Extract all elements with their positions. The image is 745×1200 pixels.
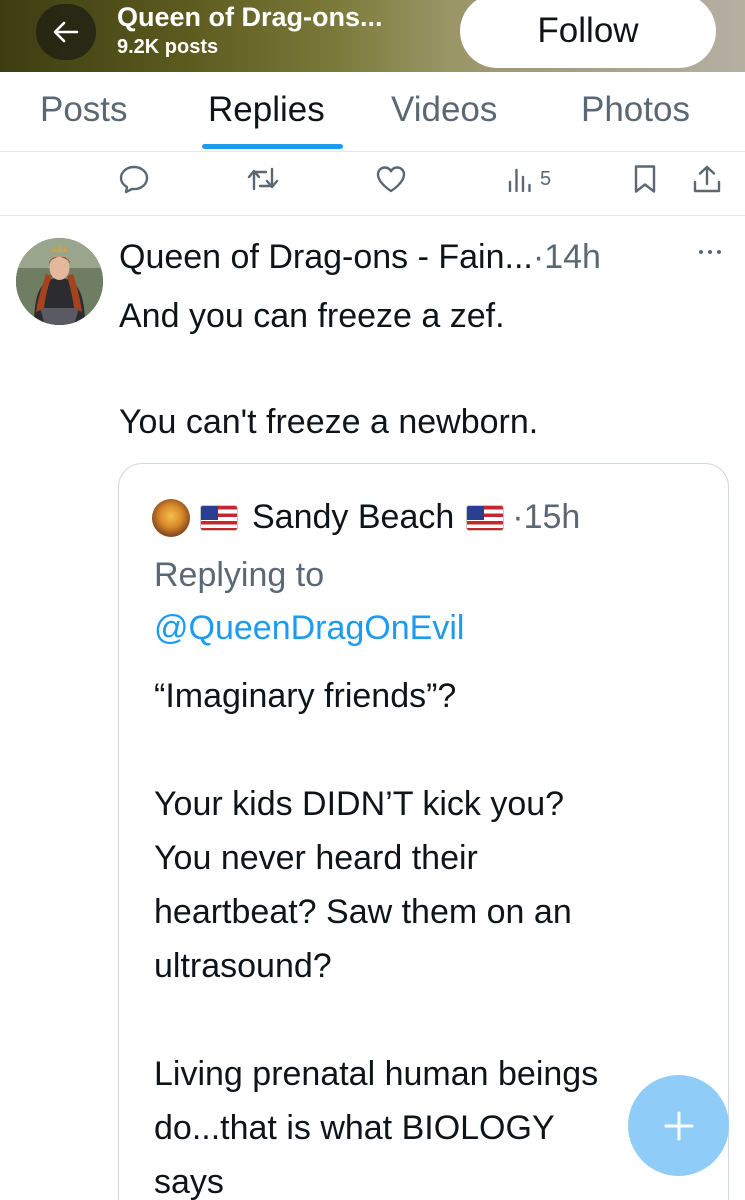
views-count: 5 bbox=[540, 167, 552, 190]
avatar-image bbox=[16, 238, 103, 325]
us-flag-icon bbox=[200, 504, 238, 531]
retweet-icon bbox=[247, 167, 279, 191]
profile-header: Queen of Drag-ons... 9.2K posts Follow bbox=[0, 0, 745, 72]
bookmark-icon bbox=[634, 165, 656, 193]
tab-posts[interactable]: Posts bbox=[40, 90, 128, 130]
more-options-button[interactable] bbox=[697, 244, 723, 262]
reply-icon bbox=[119, 165, 149, 194]
more-icon bbox=[699, 250, 721, 254]
quoted-avatar bbox=[152, 498, 190, 537]
profile-tabs: Posts Replies Videos Photos bbox=[0, 72, 745, 152]
tab-photos[interactable]: Photos bbox=[581, 90, 690, 130]
quoted-separator: · bbox=[512, 498, 524, 536]
tab-replies[interactable]: Replies bbox=[208, 90, 325, 130]
compose-button[interactable] bbox=[628, 1075, 729, 1176]
tweet-separator: · bbox=[532, 238, 545, 276]
tweet-text: And you can freeze a zef. You can't free… bbox=[119, 290, 729, 449]
plus-icon bbox=[664, 1111, 693, 1140]
quoted-text-line: heartbeat? Saw them on an bbox=[154, 893, 572, 931]
quoted-text-line: Your kids DIDN’T kick you? bbox=[154, 785, 565, 823]
reply-button[interactable] bbox=[118, 164, 150, 194]
arrow-left-icon bbox=[53, 21, 79, 43]
quoted-text-line: “Imaginary friends”? bbox=[154, 677, 457, 715]
quoted-author-name: Sandy Beach bbox=[252, 498, 455, 536]
back-button[interactable] bbox=[36, 4, 96, 60]
share-icon bbox=[693, 165, 721, 193]
post-action-bar: 5 bbox=[0, 152, 745, 216]
tweet-author-name[interactable]: Queen of Drag-ons - Fain... bbox=[119, 238, 533, 276]
us-flag-icon bbox=[466, 504, 505, 531]
quoted-text-line: says bbox=[154, 1163, 224, 1200]
quoted-text-line: ultrasound? bbox=[154, 947, 332, 985]
quoted-tweet-header: Sandy Beach · 15h bbox=[152, 498, 580, 537]
views-icon bbox=[508, 168, 531, 192]
like-button[interactable] bbox=[375, 164, 407, 194]
tweet-text-line: And you can freeze a zef. bbox=[119, 297, 505, 335]
profile-name: Queen of Drag-ons... bbox=[117, 2, 383, 32]
retweet-button[interactable] bbox=[246, 164, 280, 194]
quoted-text-line: You never heard their bbox=[154, 839, 478, 877]
tweet-text-line: You can't freeze a newborn. bbox=[119, 403, 539, 441]
quoted-tweet[interactable]: Sandy Beach · 15h Replying to @QueenDrag… bbox=[118, 463, 729, 1200]
replying-to-label: Replying to bbox=[154, 556, 325, 594]
like-icon bbox=[376, 166, 406, 193]
replying-to-handle[interactable]: @QueenDragOnEvil bbox=[154, 609, 464, 648]
avatar[interactable] bbox=[16, 238, 103, 325]
share-button[interactable] bbox=[692, 164, 722, 194]
active-tab-indicator bbox=[202, 144, 343, 149]
post-count: 9.2K posts bbox=[117, 36, 219, 58]
views-button[interactable]: 5 bbox=[507, 164, 551, 194]
follow-button[interactable]: Follow bbox=[460, 0, 716, 68]
tweet-time[interactable]: 14h bbox=[544, 238, 601, 276]
tab-videos[interactable]: Videos bbox=[391, 90, 497, 130]
bookmark-button[interactable] bbox=[633, 164, 657, 194]
quoted-text-line: Living prenatal human beings bbox=[154, 1055, 599, 1093]
quoted-time: 15h bbox=[523, 498, 581, 536]
tweet-header: Queen of Drag-ons - Fain...·14h bbox=[119, 238, 601, 277]
